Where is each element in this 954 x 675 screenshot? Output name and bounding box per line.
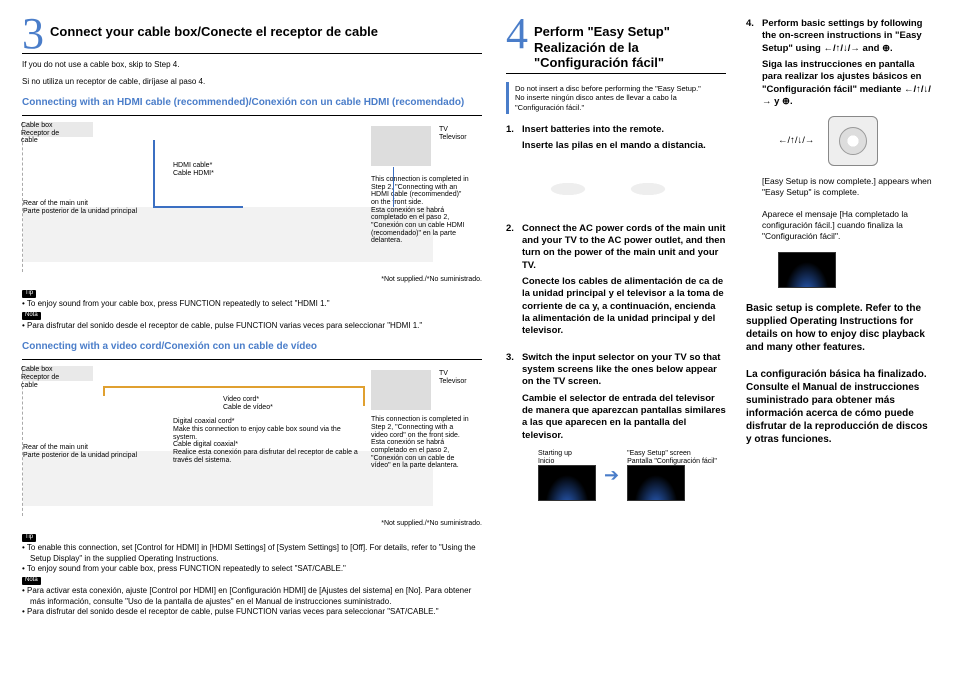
- screen-label-right: "Easy Setup" screen Pantalla "Configurac…: [627, 450, 717, 465]
- video-diagram: Cable box Receptor de cable TV Televisor…: [22, 366, 482, 516]
- tip-tag: Tip: [22, 290, 36, 298]
- arrow-right-icon: ➔: [604, 464, 619, 487]
- cable-hdmi: [153, 140, 155, 206]
- tv-screens-row: Starting up Inicio ➔ "Easy Setup" screen…: [538, 450, 726, 501]
- final-en: Basic setup is complete. Refer to the su…: [746, 302, 932, 354]
- tip2-en2: To enjoy sound from your cable box, pres…: [30, 564, 482, 574]
- tip1-es: Para disfrutar del sonido desde el recep…: [30, 321, 482, 331]
- label-coax: Digital coaxial cord* Make this connecti…: [173, 418, 363, 464]
- screen-starting-up: [538, 465, 596, 501]
- complete-es: Aparece el mensaje [Ha completado la con…: [762, 209, 932, 242]
- s2-es: Conecte los cables de alimentación de ca…: [522, 276, 726, 338]
- label-video-cord: Video cord* Cable de vídeo*: [223, 396, 273, 411]
- tip2-es1: Para activar esta conexión, ajuste [Cont…: [30, 586, 482, 607]
- arrow-glyphs: ←/↑/↓/→: [778, 135, 814, 147]
- nota-tag-2: Nota: [22, 577, 41, 585]
- label-cable-box-2: Cable box Receptor de cable: [21, 366, 59, 389]
- dpad-row: ←/↑/↓/→: [778, 116, 932, 166]
- step4-item-2: Connect the AC power cords of the main u…: [506, 223, 726, 338]
- tip2-es2: Para disfrutar del sonido desde el recep…: [30, 607, 482, 617]
- step4-item-3: Switch the input selector on your TV so …: [506, 352, 726, 502]
- s1-en: Insert batteries into the remote.: [522, 124, 726, 136]
- s4-en: Perform basic settings by following the …: [762, 18, 932, 55]
- screen-easy-setup: [627, 465, 685, 501]
- step4-title-en: Perform "Easy Setup": [534, 24, 726, 40]
- label-tv-2: TV Televisor: [439, 370, 467, 385]
- screen-label-left: Starting up Inicio: [538, 450, 596, 465]
- nota-tag: Nota: [22, 312, 41, 320]
- label-rear-unit: Rear of the main unit Parte posterior de…: [23, 200, 137, 215]
- step3-intro-es: Si no utiliza un receptor de cable, dirí…: [22, 77, 482, 87]
- s4-es: Siga las instrucciones en pantalla para …: [762, 59, 932, 108]
- step3-header: 3 Connect your cable box/Conecte el rece…: [22, 18, 482, 51]
- tip-block-2: Tip To enable this connection, set [Cont…: [22, 531, 482, 617]
- s3-es: Cambie el selector de entrada del televi…: [522, 393, 726, 442]
- not-supplied-1: *Not supplied./*No suministrado.: [22, 276, 482, 283]
- final-es: La configuración básica ha finalizado. C…: [746, 368, 932, 446]
- step4-item-1: Insert batteries into the remote. Insert…: [506, 124, 726, 209]
- tip1-en: To enjoy sound from your cable box, pres…: [30, 299, 482, 309]
- video-heading: Connecting with a video cord/Conexión co…: [22, 341, 482, 353]
- step4-title-es: Realización de la "Configuración fácil": [534, 40, 726, 71]
- step4-caution: Do not insert a disc before performing t…: [506, 82, 726, 114]
- tip-tag-2: Tip: [22, 534, 36, 542]
- dpad-illustration: [828, 116, 878, 166]
- hdmi-heading: Connecting with an HDMI cable (recommend…: [22, 97, 482, 109]
- tip-block-1: Tip To enjoy sound from your cable box, …: [22, 287, 482, 331]
- step3-title: Connect your cable box/Conecte el recept…: [50, 18, 378, 40]
- step4-header: 4 Perform "Easy Setup" Realización de la…: [506, 18, 726, 71]
- label-cable-box: Cable box Receptor de cable: [21, 122, 59, 145]
- s1-es: Inserte las pilas en el mando a distanci…: [522, 140, 726, 152]
- hdmi-diagram: Cable box Receptor de cable TV Televisor…: [22, 122, 482, 272]
- label-rear-unit-2: Rear of the main unit Parte posterior de…: [23, 444, 137, 459]
- tip2-en1: To enable this connection, set [Control …: [30, 543, 482, 564]
- caution-en: Do not insert a disc before performing t…: [515, 84, 722, 93]
- step4-item-4: Perform basic settings by following the …: [746, 18, 932, 288]
- not-supplied-2: *Not supplied./*No suministrado.: [22, 520, 482, 527]
- label-video-conn-note: This connection is completed in Step 2, …: [371, 416, 471, 470]
- step4-number: 4: [506, 16, 528, 51]
- label-hdmi-conn-note: This connection is completed in Step 2, …: [371, 176, 471, 245]
- screen-complete: [778, 252, 836, 288]
- remote-illustration: [538, 159, 726, 209]
- s2-en: Connect the AC power cords of the main u…: [522, 223, 726, 272]
- step3-number: 3: [22, 16, 44, 51]
- s3-en: Switch the input selector on your TV so …: [522, 352, 726, 389]
- caution-es: No inserte ningún disco antes de llevar …: [515, 93, 722, 112]
- label-tv: TV Televisor: [439, 126, 467, 141]
- complete-en: [Easy Setup is now complete.] appears wh…: [762, 176, 932, 198]
- step3-intro-en: If you do not use a cable box, skip to S…: [22, 60, 482, 70]
- label-hdmi-cable: HDMI cable* Cable HDMI*: [173, 162, 214, 177]
